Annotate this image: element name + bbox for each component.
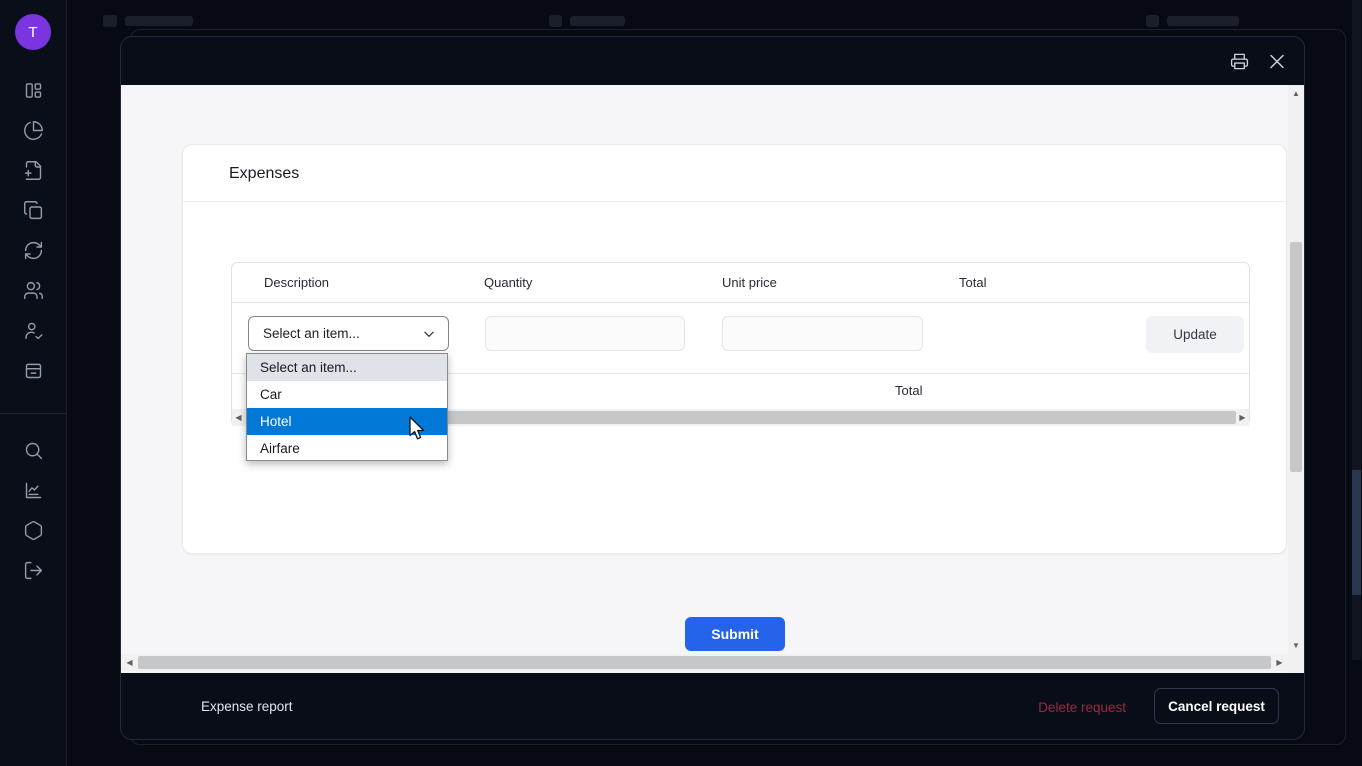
scroll-up-arrow-icon[interactable]: ▲	[1288, 87, 1304, 100]
scroll-left-arrow-icon[interactable]: ◀	[123, 654, 136, 671]
scroll-right-arrow-icon[interactable]: ▶	[1273, 654, 1286, 671]
close-icon[interactable]	[1268, 52, 1286, 70]
submit-button[interactable]: Submit	[685, 617, 785, 651]
dimmed-background-icon	[1146, 15, 1159, 27]
dropdown-option-car[interactable]: Car	[247, 381, 447, 408]
dimmed-background-tab	[570, 16, 625, 26]
cancel-request-button[interactable]: Cancel request	[1154, 688, 1279, 724]
calendar-icon[interactable]	[23, 360, 44, 381]
col-header-quantity: Quantity	[484, 263, 532, 303]
col-header-description: Description	[264, 263, 329, 303]
scroll-left-arrow-icon[interactable]: ◀	[232, 409, 245, 426]
sidebar-divider	[0, 413, 67, 414]
dimmed-background-tab	[125, 16, 193, 26]
users-icon[interactable]	[23, 280, 44, 301]
background-scrollbar-thumb	[1352, 470, 1361, 595]
modal-footer: Expense report Delete request Cancel req…	[121, 673, 1304, 740]
modal-header	[121, 37, 1304, 85]
copy-icon[interactable]	[23, 200, 44, 221]
analytics-chart-icon[interactable]	[23, 480, 44, 501]
avatar-initial: T	[28, 24, 37, 41]
card-header: Expenses	[183, 145, 1286, 202]
delete-request-link[interactable]: Delete request	[1038, 700, 1126, 715]
content-vertical-scrollbar[interactable]: ▲ ▼	[1288, 85, 1304, 654]
search-icon[interactable]	[23, 440, 44, 461]
scroll-right-arrow-icon[interactable]: ▶	[1236, 409, 1249, 426]
card-title: Expenses	[229, 145, 299, 202]
update-button[interactable]: Update	[1146, 316, 1244, 353]
horizontal-scrollbar-thumb[interactable]	[138, 656, 1271, 669]
user-avatar[interactable]: T	[15, 14, 51, 50]
scroll-down-arrow-icon[interactable]: ▼	[1288, 639, 1304, 652]
sidebar: T	[0, 0, 67, 766]
dropdown-option-select-an-item[interactable]: Select an item...	[247, 354, 447, 381]
scrollbar-corner	[1288, 654, 1304, 673]
dropdown-option-hotel[interactable]: Hotel	[247, 408, 447, 435]
description-dropdown: Select an item... Car Hotel Airfare	[246, 353, 448, 461]
expenses-card: Expenses Description Quantity Unit price…	[182, 144, 1287, 554]
col-header-total: Total	[959, 263, 986, 303]
hexagon-icon[interactable]	[23, 520, 44, 541]
file-plus-icon[interactable]	[23, 160, 44, 181]
refresh-icon[interactable]	[23, 240, 44, 261]
print-icon[interactable]	[1229, 51, 1249, 71]
description-select-value: Select an item...	[263, 326, 360, 341]
footer-total-label: Total	[895, 374, 922, 409]
modal-content: Expenses Description Quantity Unit price…	[121, 85, 1304, 673]
table-header-row: Description Quantity Unit price Total	[232, 263, 1249, 303]
dashboard-icon[interactable]	[23, 80, 44, 101]
dimmed-background-icon	[549, 15, 562, 27]
col-header-unit-price: Unit price	[722, 263, 777, 303]
unit-price-input[interactable]	[722, 316, 923, 351]
expense-report-modal: Expenses Description Quantity Unit price…	[120, 36, 1305, 740]
content-horizontal-scrollbar[interactable]: ◀ ▶	[121, 654, 1288, 671]
dimmed-background-tab	[1167, 16, 1239, 26]
description-select[interactable]: Select an item...	[248, 316, 449, 351]
quantity-input[interactable]	[485, 316, 685, 351]
dimmed-background-icon	[103, 15, 117, 27]
vertical-scrollbar-thumb[interactable]	[1290, 242, 1302, 472]
logout-icon[interactable]	[23, 560, 44, 581]
chevron-down-icon	[422, 327, 436, 341]
dropdown-option-airfare[interactable]: Airfare	[247, 435, 447, 462]
user-check-icon[interactable]	[23, 320, 44, 341]
pie-chart-icon[interactable]	[23, 120, 44, 141]
modal-footer-title: Expense report	[201, 699, 293, 714]
